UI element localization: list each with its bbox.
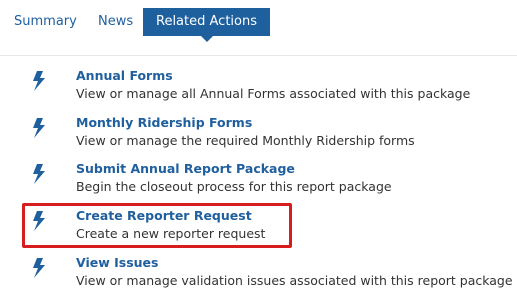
action-title-annual-forms[interactable]: Annual Forms (76, 68, 173, 83)
tab-summary[interactable]: Summary (14, 9, 77, 35)
action-title-monthly-ridership-forms[interactable]: Monthly Ridership Forms (76, 115, 252, 130)
action-title-submit-annual-report-package[interactable]: Submit Annual Report Package (76, 161, 295, 176)
action-description: View or manage the required Monthly Ride… (76, 133, 415, 148)
action-description: View or manage validation issues associa… (76, 273, 513, 288)
action-description: Begin the closeout process for this repo… (76, 179, 392, 194)
action-submit-annual-report-package: Submit Annual Report Package Begin the c… (0, 161, 517, 201)
highlight-box (22, 203, 292, 248)
lightning-bolt-icon (33, 258, 45, 278)
tab-divider (0, 55, 517, 56)
lightning-bolt-icon (33, 71, 45, 91)
lightning-bolt-icon (33, 118, 45, 138)
tab-bar: Summary News Related Actions (0, 0, 517, 42)
action-title-view-issues[interactable]: View Issues (76, 255, 158, 270)
action-monthly-ridership-forms: Monthly Ridership Forms View or manage t… (0, 115, 517, 155)
action-annual-forms: Annual Forms View or manage all Annual F… (0, 68, 517, 108)
action-description: View or manage all Annual Forms associat… (76, 86, 471, 101)
lightning-bolt-icon (33, 164, 45, 184)
tab-related-actions[interactable]: Related Actions (143, 8, 270, 42)
tab-news[interactable]: News (98, 9, 133, 35)
action-view-issues: View Issues View or manage validation is… (0, 255, 517, 295)
